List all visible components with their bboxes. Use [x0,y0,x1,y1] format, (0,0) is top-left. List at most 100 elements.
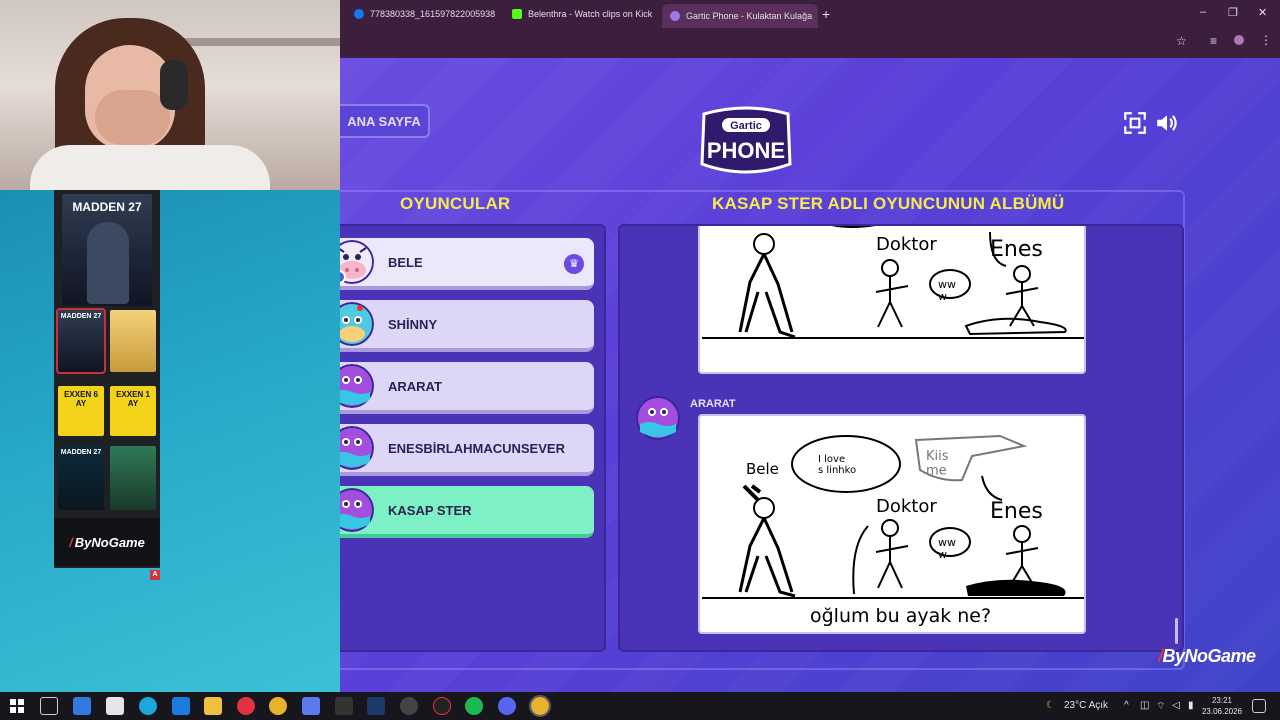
brand-label: ByNoGame [74,534,145,550]
obs-icon[interactable] [400,697,418,715]
discord-icon[interactable] [498,697,516,715]
webcam-feed [0,0,340,190]
star-icon[interactable]: ☆ [1176,34,1187,48]
wifi-icon[interactable]: ⌔ [1156,700,1165,713]
copilot-icon[interactable] [73,697,91,715]
profile-icon[interactable] [1234,35,1244,45]
chrome-active-icon[interactable] [529,695,551,717]
gold-game-cover [110,310,156,372]
bele-label: Bele [746,460,779,478]
author-avatar-icon [636,396,680,440]
player-name: BELE [388,254,423,270]
player-row-shinny[interactable]: SHİNNY [340,300,594,352]
close-window-icon[interactable]: ✕ [1258,6,1267,19]
weather-moon-icon: ☾ [1046,700,1055,711]
doctor-label: Doktor [876,496,937,517]
new-tab-button[interactable]: + [822,4,842,24]
browser-tab-strip: 778380338_161597822005938 ✕ Belenthra - … [340,0,1280,28]
headset [160,60,188,110]
notifications-icon[interactable] [1252,699,1266,713]
speech-right-text: Kiis me [926,449,949,478]
player-name: SHİNNY [388,316,438,332]
football-player-figure [87,222,129,304]
facebook-favicon-icon [354,9,364,19]
exxen-6-cover: EXXEN 6 AY [58,386,104,436]
file-explorer-icon[interactable] [204,697,222,715]
fullscreen-icon[interactable] [1122,110,1148,136]
steam-icon[interactable] [367,697,385,715]
current-drawing-canvas: I love s linhko Kiis me Bele Doktor ww w En… [702,434,1084,627]
previous-drawing-canvas: ww w Doktor Enes [702,226,1084,339]
tab-1-label: 778380338_161597822005938 [370,9,496,19]
player-row-bele[interactable]: BELE ♛ [340,238,594,290]
volume-icon[interactable] [1154,110,1180,136]
player-row-kasap-ster[interactable]: KASAP STER [340,486,594,538]
gartic-phone-logo: Gartic PHONE [700,106,792,174]
windows-taskbar: ☾ 23°C Açık ^ ◫ ⌔ ◁ ▮ 23:21 23.06.2026 [0,692,1280,720]
cyan-bird-avatar-icon [340,302,374,346]
playlist-icon[interactable]: ≡ [1210,34,1217,48]
windows-start-icon[interactable] [8,697,26,715]
players-panel: BELE ♛ SHİNNY ARARAT ENESBİRLAHMACUNSEVE… [340,224,606,652]
purple-bird-avatar-icon [340,364,374,408]
task-view-icon[interactable] [40,697,58,715]
app-icon[interactable] [302,697,320,715]
gartic-phone-page: ANA SAYFA Gartic PHONE OYUNCULAR KASAP S… [340,58,1280,692]
madden-cover-large: MADDEN 27 [62,194,152,306]
madden-cover-title: MADDEN 27 [60,449,102,456]
chrome-icon[interactable] [269,697,287,715]
taskbar-clock[interactable]: 23:21 23.06.2026 [1200,695,1244,717]
players-title: OYUNCULAR [400,194,511,213]
gartic-favicon-icon [670,11,680,21]
ww-text: ww w [938,536,956,561]
exxen-6-title: EXXEN 6 AY [64,390,98,408]
streamer-shirt [30,145,270,190]
previous-drawing: ww w Doktor Enes [698,226,1086,374]
browser-toolbar: ☆ ≡ ⋮ [340,28,1280,58]
madden-cover-small: MADDEN 27 [58,446,104,510]
album-author-name: ARARAT [690,398,736,410]
opera-icon[interactable] [237,697,255,715]
battery-icon[interactable]: ▮ [1188,700,1194,711]
tab-3-label: Gartic Phone - Kulaktan Kulağa [686,11,813,21]
epic-games-icon[interactable] [335,697,353,715]
mail-icon[interactable] [172,697,190,715]
madden-cover-title: MADDEN 27 [72,200,142,214]
network-icon[interactable]: ◫ [1140,700,1149,711]
player-name: ARARAT [388,378,442,394]
crown-icon: ♛ [564,254,584,274]
home-button[interactable]: ANA SAYFA [340,104,430,138]
browser-tab-1[interactable]: 778380338_161597822005938 ✕ [346,4,498,24]
spotify-icon[interactable] [465,697,483,715]
bynogame-brand: / ByNoGame [54,518,160,566]
volume-tray-icon[interactable]: ◁ [1172,700,1180,711]
ww-text: ww w [938,278,956,303]
menu-icon[interactable]: ⋮ [1260,33,1272,47]
streamer-hand [95,90,170,145]
player-row-ararat[interactable]: ARARAT [340,362,594,414]
minimize-icon[interactable]: – [1200,6,1206,18]
store-icon[interactable] [106,697,124,715]
weather-text[interactable]: 23°C Açık [1064,700,1108,711]
edge-icon[interactable] [139,697,157,715]
album-title: KASAP STER ADLI OYUNCUNUN ALBÜMÜ [712,194,1065,213]
enes-label: Enes [990,237,1043,262]
browser-tab-3[interactable]: Gartic Phone - Kulaktan Kulağa ✕ [662,4,818,28]
tab-2-label: Belenthra - Watch clips on Kick [528,9,653,19]
album-panel: www Doktor Enes ARARAT I loves linhko [618,224,1184,652]
purple-bird-avatar-icon [340,488,374,532]
caption-text: oğlum bu ayak ne? [810,605,991,627]
browser-tab-2[interactable]: Belenthra - Watch clips on Kick ✕ [504,4,654,24]
logo-bottom-text: PHONE [707,138,785,163]
album-scrollbar[interactable] [1175,618,1178,644]
purple-bird-avatar-icon [340,426,374,470]
maximize-icon[interactable]: ❐ [1228,6,1238,19]
madden-cover-small-selected: MADDEN 27 [56,308,106,374]
watermark-label: ByNoGame [1162,646,1257,666]
player-name: ENESBİRLAHMACUNSEVER [388,440,565,456]
clock-date: 23.06.2026 [1201,707,1243,716]
tray-chevron-icon[interactable]: ^ [1124,700,1129,711]
player-row-enesbirlahmacunsever[interactable]: ENESBİRLAHMACUNSEVER [340,424,594,476]
app-icon-2[interactable] [433,697,451,715]
exxen-1-cover: EXXEN 1 AY [110,386,156,436]
